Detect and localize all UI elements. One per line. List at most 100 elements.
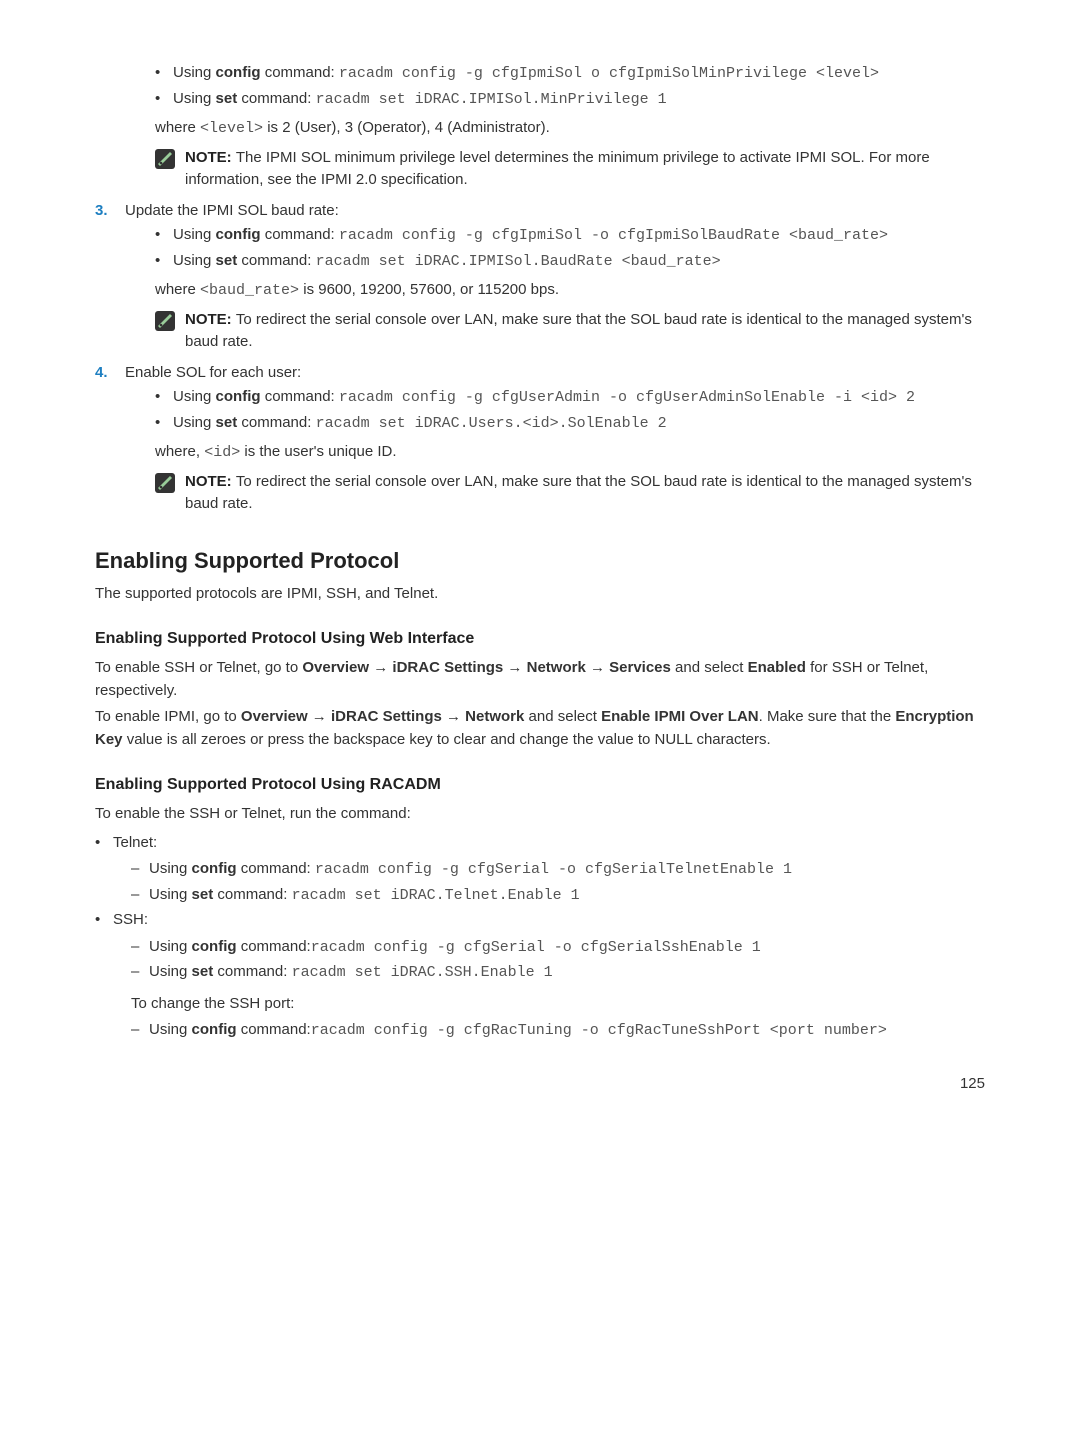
ssh-commands: Using config command: racadm config -g cf… [131, 936, 985, 985]
text: is 2 (User), 3 (Operator), 4 (Administra… [263, 119, 550, 136]
text: command: [237, 414, 315, 431]
list-item-telnet: Telnet: Using config command: racadm con… [95, 832, 985, 908]
label: Telnet: [113, 834, 157, 851]
where-clause: where <level> is 2 (User), 3 (Operator),… [155, 117, 985, 141]
step-title: Update the IPMI SOL baud rate: [125, 202, 339, 219]
text: and select [671, 659, 748, 676]
section-intro: The supported protocols are IPMI, SSH, a… [95, 583, 985, 606]
step-3: 3. Update the IPMI SOL baud rate: Using … [95, 200, 985, 354]
note-text: NOTE: To redirect the serial console ove… [185, 309, 985, 354]
command-name: config [192, 938, 237, 955]
nav: Network [527, 659, 586, 676]
text: where, [155, 443, 204, 460]
option: Enabled [748, 659, 806, 676]
subsection-heading: Enabling Supported Protocol Using RACADM [95, 773, 985, 797]
nav: Services [609, 659, 671, 676]
label: SSH: [113, 911, 148, 928]
text: → [442, 708, 465, 725]
text: where [155, 281, 200, 298]
page-number: 125 [95, 1073, 985, 1096]
telnet-commands: Using config command: racadm config -g c… [131, 858, 985, 907]
text: and select [524, 708, 601, 725]
text: → [586, 659, 609, 676]
text: → [503, 659, 526, 676]
text: Using [149, 1021, 192, 1038]
note-label: NOTE: [185, 149, 236, 166]
step-number: 4. [95, 362, 108, 385]
step-3-bullets: Using config command: racadm config -g c… [155, 224, 985, 273]
note-label: NOTE: [185, 473, 236, 490]
command-name: config [216, 388, 261, 405]
list-item: Using config command: racadm config -g c… [131, 858, 985, 882]
note-block: NOTE: To redirect the serial console ove… [155, 471, 985, 516]
paragraph: To enable IPMI, go to Overview → iDRAC S… [95, 706, 985, 751]
text: Using [173, 90, 216, 107]
command-name: set [216, 252, 238, 269]
command-name: config [192, 1021, 237, 1038]
where-clause: where <baud_rate> is 9600, 19200, 57600,… [155, 279, 985, 303]
note-label: NOTE: [185, 311, 236, 328]
text: command: [237, 860, 315, 877]
code: racadm set iDRAC.Users.<id>.SolEnable 2 [316, 415, 667, 432]
list-item: Using config command: racadm config -g c… [155, 386, 985, 410]
code: racadm config -g cfgIpmiSol o cfgIpmiSol… [339, 65, 879, 82]
where-clause: where, <id> is the user's unique ID. [155, 441, 985, 465]
list-item: Using set command: racadm set iDRAC.User… [155, 412, 985, 436]
step-4: 4. Enable SOL for each user: Using confi… [95, 362, 985, 516]
code: racadm config -g cfgSerial -o cfgSerialS… [311, 939, 761, 956]
code: racadm set iDRAC.IPMISol.BaudRate <baud_… [316, 253, 721, 270]
subsection-heading: Enabling Supported Protocol Using Web In… [95, 627, 985, 651]
text: The IPMI SOL minimum privilege level det… [185, 149, 930, 189]
code: racadm set iDRAC.Telnet.Enable 1 [292, 887, 580, 904]
list-item: Using set command: racadm set iDRAC.SSH.… [131, 961, 985, 985]
code: racadm config -g cfgRacTuning -o cfgRacT… [311, 1022, 887, 1039]
code: <level> [200, 120, 263, 137]
nav: Overview [241, 708, 308, 725]
note-block: NOTE: The IPMI SOL minimum privilege lev… [155, 147, 985, 192]
text: To redirect the serial console over LAN,… [185, 473, 972, 513]
list-item: Using config command: racadm config -g c… [155, 224, 985, 248]
text: . Make sure that the [759, 708, 896, 725]
text: command: [213, 886, 291, 903]
step-title: Enable SOL for each user: [125, 364, 301, 381]
step-list: Using config command: racadm config -g c… [95, 62, 985, 516]
command-name: set [192, 963, 214, 980]
text: Using [149, 963, 192, 980]
note-icon [155, 473, 175, 493]
paragraph: To enable the SSH or Telnet, run the com… [95, 803, 985, 826]
option: Enable IPMI Over LAN [601, 708, 759, 725]
text: Using [149, 938, 192, 955]
command-name: set [216, 90, 238, 107]
protocol-list: Telnet: Using config command: racadm con… [95, 832, 985, 1043]
text: To enable SSH or Telnet, go to [95, 659, 302, 676]
command-name: config [192, 860, 237, 877]
command-name: set [192, 886, 214, 903]
text: To redirect the serial console over LAN,… [185, 311, 972, 351]
list-item: Using set command: racadm set iDRAC.IPMI… [155, 250, 985, 274]
command-name: config [216, 226, 261, 243]
code: racadm config -g cfgSerial -o cfgSerialT… [315, 861, 792, 878]
code: <baud_rate> [200, 282, 299, 299]
note-icon [155, 149, 175, 169]
text: command: [261, 388, 339, 405]
text: is 9600, 19200, 57600, or 115200 bps. [299, 281, 559, 298]
text: → [369, 659, 392, 676]
text: command: [237, 1021, 311, 1038]
code: <id> [204, 444, 240, 461]
ssh-port-commands: Using config command:racadm config -g cf… [131, 1019, 985, 1043]
command-name: set [216, 414, 238, 431]
list-item: Using set command: racadm set iDRAC.Teln… [131, 884, 985, 908]
code: racadm set iDRAC.SSH.Enable 1 [292, 964, 553, 981]
text: command: [213, 963, 291, 980]
text: command: [261, 226, 339, 243]
code: racadm config -g cfgUserAdmin -o cfgUser… [339, 389, 915, 406]
note-block: NOTE: To redirect the serial console ove… [155, 309, 985, 354]
text: command: [261, 64, 339, 81]
list-item: Using config command: racadm config -g c… [155, 62, 985, 86]
note-icon [155, 311, 175, 331]
text: where [155, 119, 200, 136]
nav: Network [465, 708, 524, 725]
step-2-bullets: Using config command: racadm config -g c… [155, 62, 985, 111]
list-item-ssh: SSH: Using config command:racadm config … [95, 909, 985, 1043]
list-item: Using config command:racadm config -g cf… [131, 936, 985, 960]
